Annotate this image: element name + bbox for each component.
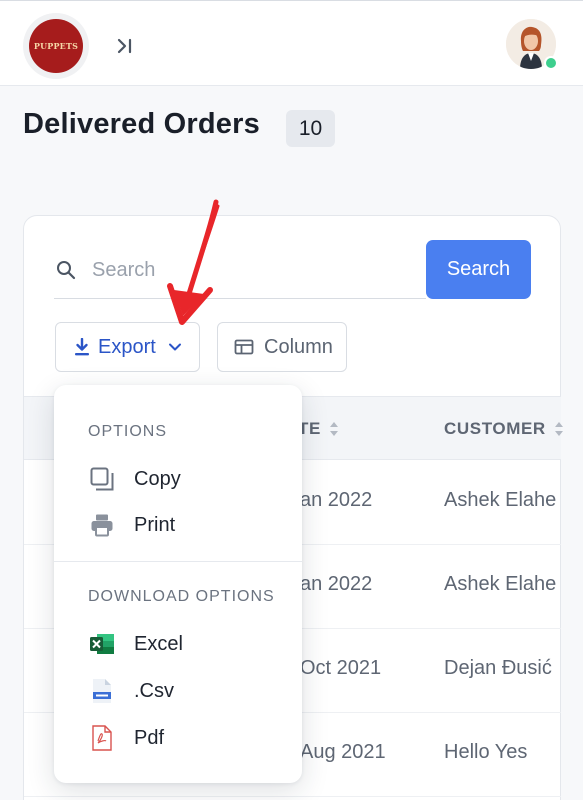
export-button[interactable]: Export [55,322,200,372]
sidebar-toggle-button[interactable] [114,35,136,57]
csv-icon [88,677,116,705]
order-date-cell: Oct 2021 [300,657,382,679]
menu-item-label: Pdf [134,726,165,749]
download-icon [75,338,89,356]
column-button[interactable]: Column [217,322,347,372]
column-header-customer[interactable]: CUSTOMER [444,419,564,439]
menu-item-excel[interactable]: Excel [88,626,288,662]
sort-icon [554,422,563,436]
customer-cell: Ashek Elahe [444,489,557,511]
menu-divider [54,561,302,562]
page-title: Delivered Orders [23,108,260,140]
column-header-date[interactable]: TE [298,419,339,439]
annotation-arrow-icon [167,199,220,325]
order-count-badge: 10 [286,110,335,147]
sort-icon [329,422,338,436]
search-button[interactable]: Search [426,240,531,299]
table-columns-icon [234,339,254,355]
menu-item-label: Excel [134,632,183,655]
download-options-section-title: DOWNLOAD OPTIONS [88,588,275,605]
customer-cell: Hello Yes [444,741,528,763]
brand-logo[interactable]: PUPPETS [23,13,89,79]
search-input[interactable] [92,252,412,288]
printer-icon [88,511,116,539]
customer-cell: Ashek Elahe [444,573,557,595]
chevron-down-icon [168,343,181,351]
menu-item-label: Copy [134,467,181,490]
options-section-title: OPTIONS [88,423,168,440]
online-status-dot [544,56,558,70]
logo-text: PUPPETS [29,19,83,73]
menu-item-csv[interactable]: .Csv [88,673,288,709]
export-label: Export [98,335,156,358]
top-bar: PUPPETS [0,0,583,86]
menu-item-copy[interactable]: Copy [88,461,288,497]
chevron-right-bar-icon [117,38,132,54]
excel-icon [88,630,116,658]
search-icon [57,261,76,280]
menu-item-print[interactable]: Print [88,507,288,543]
customer-cell: Dejan Đusić [444,657,552,679]
order-date-cell: an 2022 [300,489,373,511]
copy-icon [88,465,116,493]
pdf-icon [88,724,116,752]
column-header-customer-label: CUSTOMER [444,419,546,438]
order-date-cell: an 2022 [300,573,373,595]
column-label: Column [264,335,333,358]
menu-item-label: .Csv [134,679,174,702]
user-avatar-button[interactable] [506,19,558,71]
menu-item-pdf[interactable]: Pdf [88,720,288,756]
search-bar [54,238,426,299]
menu-item-label: Print [134,513,176,536]
export-dropdown-menu: OPTIONS Copy Print DOWNLOAD OPTIONS Exce… [54,385,302,783]
order-date-cell: Aug 2021 [300,741,386,763]
